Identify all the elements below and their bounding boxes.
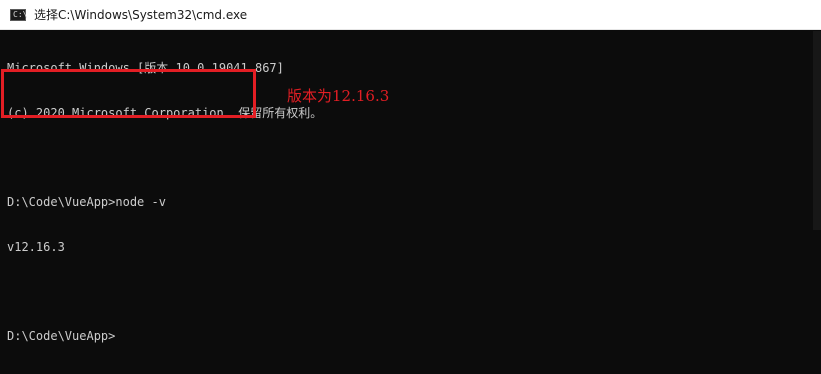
console-command-line: D:\Code\VueApp>node -v [7, 195, 166, 209]
annotation-text: 版本为12.16.3 [287, 87, 390, 105]
console-output[interactable]: Microsoft Windows [版本 10.0.19041.867] (c… [7, 31, 812, 343]
window-title: 选择C:\Windows\System32\cmd.exe [34, 8, 248, 22]
cmd-window: C:\ 选择C:\Windows\System32\cmd.exe Micros… [0, 0, 821, 343]
console-output-line: v12.16.3 [7, 240, 65, 254]
cmd-console-icon: C:\ [10, 8, 28, 21]
title-bar[interactable]: C:\ 选择C:\Windows\System32\cmd.exe [0, 0, 821, 30]
vertical-scrollbar[interactable] [813, 31, 821, 230]
cmd-icon-glyph: C:\ [13, 9, 28, 19]
console-prompt-line: D:\Code\VueApp> [7, 329, 116, 343]
highlight-box [1, 69, 256, 118]
